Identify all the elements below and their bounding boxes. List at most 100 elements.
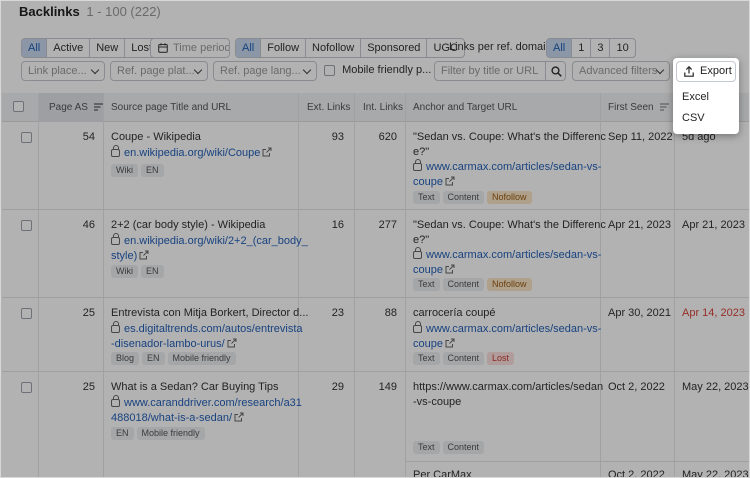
source-title[interactable]: 2+2 (car body style) - Wikipedia: [111, 218, 265, 233]
row-checkbox[interactable]: [21, 132, 32, 143]
target-url[interactable]: www.carmax.com/articles/sedan-vs- coupe: [413, 159, 601, 190]
tag-nofollow: Nofollow: [487, 191, 532, 204]
row-checkbox[interactable]: [21, 382, 32, 393]
first-seen-value: Oct 2, 2022: [608, 381, 665, 393]
row-divider: [2, 209, 749, 210]
mobile-friendly-filter[interactable]: Mobile friendly p...: [324, 64, 431, 76]
source-url[interactable]: en.wikipedia.org/wiki/2+2_(car_body_ sty…: [111, 233, 308, 264]
target-url-line1: www.carmax.com/articles/sedan-vs-: [426, 249, 602, 261]
tab-status-active[interactable]: Active: [47, 39, 91, 57]
external-link-icon: [445, 176, 455, 186]
tag-language: EN: [111, 427, 134, 440]
ref-page-language-dropdown[interactable]: Ref. page lang...: [213, 61, 317, 81]
source-title[interactable]: What is a Sedan? Car Buying Tips: [111, 380, 279, 395]
tab-status-all[interactable]: All: [22, 39, 48, 57]
target-url[interactable]: www.carmax.com/articles/sedan-vs- coupe: [413, 247, 602, 278]
first-seen-value: Oct 2, 2022: [608, 469, 665, 478]
tab-sponsored[interactable]: Sponsored: [361, 39, 428, 57]
tab-follow-all[interactable]: All: [236, 39, 262, 57]
column-divider: [38, 93, 39, 477]
tab-links-all[interactable]: All: [547, 39, 573, 57]
tab-status-new[interactable]: New: [90, 39, 126, 57]
ref-page-platform-label: Ref. page plat...: [117, 65, 195, 77]
tag-wiki: Wiki: [111, 164, 138, 177]
column-header-ext-links[interactable]: Ext. Links: [307, 93, 350, 122]
source-url-domain: en.wikipedia.org: [124, 235, 204, 247]
source-url-domain: es.digitaltrends.com: [124, 323, 222, 335]
page-as-value: 54: [82, 131, 95, 143]
source-title[interactable]: Entrevista con Mitja Borkert, Director d…: [111, 306, 308, 321]
tag-blog: Blog: [111, 352, 140, 365]
last-seen-value: Apr 14, 2023: [682, 307, 745, 319]
last-seen-value: May 22, 2023: [682, 381, 749, 393]
source-url-path-line2: -disenador-lambo-urus/: [111, 338, 225, 350]
title-url-filter-input[interactable]: Filter by title or URL: [434, 61, 546, 81]
anchor-tags: Text Content: [413, 440, 487, 455]
int-links-value: 149: [378, 381, 397, 393]
links-per-domain-tabs: All 1 3 10: [546, 38, 636, 58]
column-header-int-links[interactable]: Int. Links: [363, 93, 403, 122]
export-option-excel[interactable]: Excel: [682, 91, 709, 103]
table-header: Page AS Source page Title and URL Ext. L…: [2, 93, 749, 122]
time-period-picker[interactable]: Time period: [150, 38, 230, 58]
external-link-icon: [227, 338, 237, 348]
chevron-down-icon: [90, 65, 100, 75]
source-url-domain: en.wikipedia.org: [124, 147, 204, 159]
lock-icon: [413, 321, 422, 333]
advanced-filters-dropdown[interactable]: Advanced filters: [572, 61, 670, 81]
mobile-friendly-checkbox[interactable]: [324, 64, 335, 76]
source-url[interactable]: www.caranddriver.com/research/a31 488018…: [111, 395, 302, 426]
tag-text: Text: [413, 191, 440, 204]
page-title-text: Backlinks: [19, 4, 80, 19]
tag-content: Content: [442, 352, 485, 365]
sort-icon: [660, 103, 670, 111]
anchor-text-line1: "Sedan vs. Coupe: What's the Differenc: [413, 131, 606, 143]
source-url[interactable]: es.digitaltrends.com/autos/entrevista -d…: [111, 321, 303, 352]
page-as-header-label: Page AS: [49, 102, 88, 113]
page-as-value: 46: [82, 219, 95, 231]
external-link-icon: [234, 412, 244, 422]
target-url[interactable]: www.carmax.com/articles/sedan-vs- coupe: [413, 321, 602, 352]
first-seen-header-label: First Seen: [608, 102, 654, 113]
tab-follow[interactable]: Follow: [261, 39, 307, 57]
select-all-checkbox[interactable]: [13, 101, 24, 112]
anchor-tags: Text Content Nofollow: [413, 277, 535, 292]
source-title[interactable]: Coupe - Wikipedia: [111, 130, 201, 145]
source-url-domain: www.caranddriver.com: [124, 397, 235, 409]
tab-nofollow[interactable]: Nofollow: [306, 39, 362, 57]
column-header-first-seen[interactable]: First Seen: [608, 93, 670, 122]
lock-icon: [111, 395, 120, 407]
row-divider: [405, 461, 749, 462]
target-url-line1: www.carmax.com/articles/sedan-vs-: [426, 323, 602, 335]
ref-page-language-label: Ref. page lang...: [220, 65, 301, 77]
tab-links-3[interactable]: 3: [591, 39, 611, 57]
anchor-text-line2: e?": [413, 234, 430, 246]
source-url-path-line2: style): [111, 250, 138, 262]
search-button[interactable]: [545, 61, 566, 81]
column-divider: [354, 93, 355, 477]
source-tags: Wiki EN: [111, 264, 167, 279]
anchor-text: carrocería coupé: [413, 307, 496, 319]
column-header-anchor[interactable]: Anchor and Target URL: [413, 93, 517, 122]
export-option-csv[interactable]: CSV: [682, 112, 705, 124]
export-button[interactable]: Export: [676, 61, 736, 82]
row-checkbox[interactable]: [21, 220, 32, 231]
tag-mobile-friendly: Mobile friendly: [167, 352, 236, 365]
last-seen-value: Apr 21, 2023: [682, 219, 745, 231]
anchor-text: Per CarMax: [413, 469, 472, 478]
source-url-path: /wiki/Coupe: [203, 147, 261, 159]
link-placement-dropdown[interactable]: Link place...: [21, 61, 105, 81]
column-divider: [103, 93, 104, 477]
column-header-source[interactable]: Source page Title and URL: [111, 93, 231, 122]
external-link-icon: [445, 338, 455, 348]
lock-icon: [111, 145, 120, 157]
source-url[interactable]: en.wikipedia.org/wiki/Coupe: [111, 145, 272, 161]
tag-language: EN: [141, 164, 164, 177]
column-header-page-as[interactable]: Page AS: [39, 93, 103, 122]
first-seen-value: Sep 11, 2022: [608, 131, 673, 143]
tab-links-1[interactable]: 1: [572, 39, 592, 57]
source-tags: Blog EN Mobile friendly: [111, 351, 239, 366]
row-checkbox[interactable]: [21, 308, 32, 319]
ref-page-platform-dropdown[interactable]: Ref. page plat...: [110, 61, 208, 81]
tab-links-10[interactable]: 10: [610, 39, 634, 57]
